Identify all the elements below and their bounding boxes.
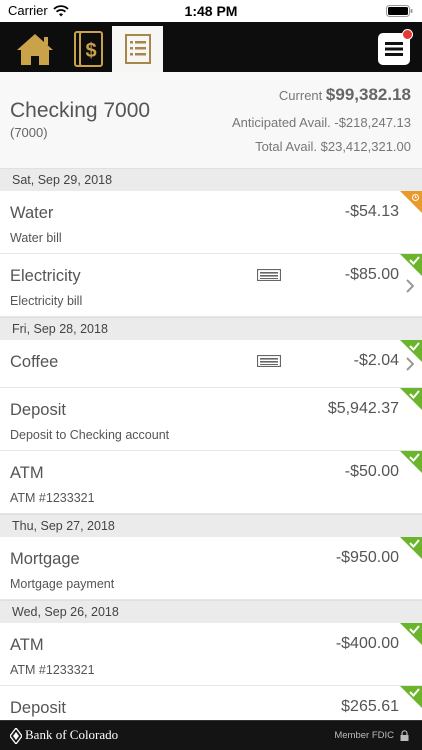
- battery-icon: [386, 5, 413, 17]
- transaction-amount: $265.61: [341, 698, 399, 715]
- transaction-description: ATM #1233321: [10, 663, 95, 677]
- transaction-title: Mortgage: [10, 550, 80, 568]
- current-balance: Current $99,382.18: [279, 85, 411, 105]
- transaction-amount: -$400.00: [335, 635, 399, 652]
- transaction-title: Electricity: [10, 267, 81, 285]
- status-bar: Carrier 1:48 PM: [0, 0, 422, 22]
- transaction-description: ATM #1233321: [10, 491, 95, 505]
- transaction-list[interactable]: Sat, Sep 29, 2018 Water Water bill -$54.…: [0, 168, 422, 749]
- transaction-row[interactable]: Electricity Electricity bill -$85.00: [0, 254, 422, 317]
- transaction-amount: $5,942.37: [327, 400, 399, 417]
- lock-icon: [400, 730, 409, 741]
- cleared-check-icon: [400, 254, 422, 276]
- transaction-title: Deposit: [10, 699, 66, 717]
- tab-activity[interactable]: [112, 26, 163, 72]
- cleared-check-icon: [400, 388, 422, 410]
- nav-bar: $: [0, 22, 422, 72]
- transaction-title: ATM: [10, 464, 44, 482]
- notification-dot: [402, 29, 413, 40]
- transaction-title: Water: [10, 204, 54, 222]
- fdic-label: Member FDIC: [334, 730, 394, 741]
- transaction-title: Coffee: [10, 353, 59, 371]
- status-time: 1:48 PM: [184, 3, 238, 19]
- activity-icon: [124, 34, 151, 64]
- transaction-amount: -$2.04: [353, 352, 399, 369]
- total-balance-label: Total Avail.: [255, 139, 317, 154]
- transfer-money-icon: $: [74, 31, 103, 67]
- transaction-title: ATM: [10, 636, 44, 654]
- anticipated-balance-label: Anticipated Avail.: [231, 115, 331, 130]
- current-balance-amount: $99,382.18: [325, 85, 411, 104]
- transaction-amount: -$85.00: [344, 266, 399, 283]
- footer: Bank of Colorado Member FDIC: [0, 720, 422, 750]
- bank-logo-icon: [10, 728, 22, 744]
- account-name: Checking 7000: [10, 99, 151, 122]
- transaction-row[interactable]: Deposit Deposit to Checking account $5,9…: [0, 388, 422, 451]
- total-balance: Total Avail. $23,412,321.00: [255, 139, 411, 154]
- chevron-right-icon: [406, 279, 414, 293]
- anticipated-balance-amount: -$218,247.13: [334, 115, 411, 130]
- date-header: Sat, Sep 29, 2018: [0, 168, 422, 191]
- tab-transfer[interactable]: $: [64, 26, 110, 72]
- receipt-icon[interactable]: [257, 355, 281, 367]
- total-balance-amount: $23,412,321.00: [320, 139, 411, 154]
- bank-name: Bank of Colorado: [25, 727, 119, 742]
- pending-status-icon: [400, 191, 422, 213]
- transaction-row[interactable]: Coffee -$2.04: [0, 340, 422, 388]
- transaction-row[interactable]: ATM ATM #1233321 -$400.00: [0, 623, 422, 686]
- transaction-title: Deposit: [10, 401, 66, 419]
- menu-button[interactable]: [378, 29, 413, 65]
- date-header: Wed, Sep 26, 2018: [0, 600, 422, 623]
- transaction-amount: -$50.00: [344, 463, 399, 480]
- cleared-check-icon: [400, 623, 422, 645]
- account-header: Checking 7000 (7000) Current $99,382.18 …: [0, 72, 422, 168]
- date-header: Fri, Sep 28, 2018: [0, 317, 422, 340]
- account-number: (7000): [10, 125, 48, 140]
- anticipated-balance: Anticipated Avail. -$218,247.13: [232, 115, 411, 130]
- home-icon: [17, 34, 53, 65]
- transaction-row[interactable]: ATM ATM #1233321 -$50.00: [0, 451, 422, 514]
- transaction-description: Mortgage payment: [10, 577, 115, 591]
- tab-home[interactable]: [12, 26, 58, 72]
- cleared-check-icon: [400, 686, 422, 708]
- transaction-description: Deposit to Checking account: [10, 428, 170, 442]
- receipt-icon[interactable]: [257, 269, 281, 281]
- date-header: Thu, Sep 27, 2018: [0, 514, 422, 537]
- transaction-description: Electricity bill: [10, 294, 83, 308]
- current-balance-label: Current: [278, 88, 323, 103]
- cleared-check-icon: [400, 451, 422, 473]
- transaction-row[interactable]: Water Water bill -$54.13: [0, 191, 422, 254]
- hamburger-menu-icon: [385, 42, 403, 56]
- transaction-row[interactable]: Mortgage Mortgage payment -$950.00: [0, 537, 422, 600]
- cleared-check-icon: [400, 537, 422, 559]
- transaction-amount: -$54.13: [344, 203, 399, 220]
- cleared-check-icon: [400, 340, 422, 362]
- transaction-description: Water bill: [10, 231, 62, 245]
- svg-text:$: $: [85, 40, 96, 62]
- transaction-amount: -$950.00: [335, 549, 399, 566]
